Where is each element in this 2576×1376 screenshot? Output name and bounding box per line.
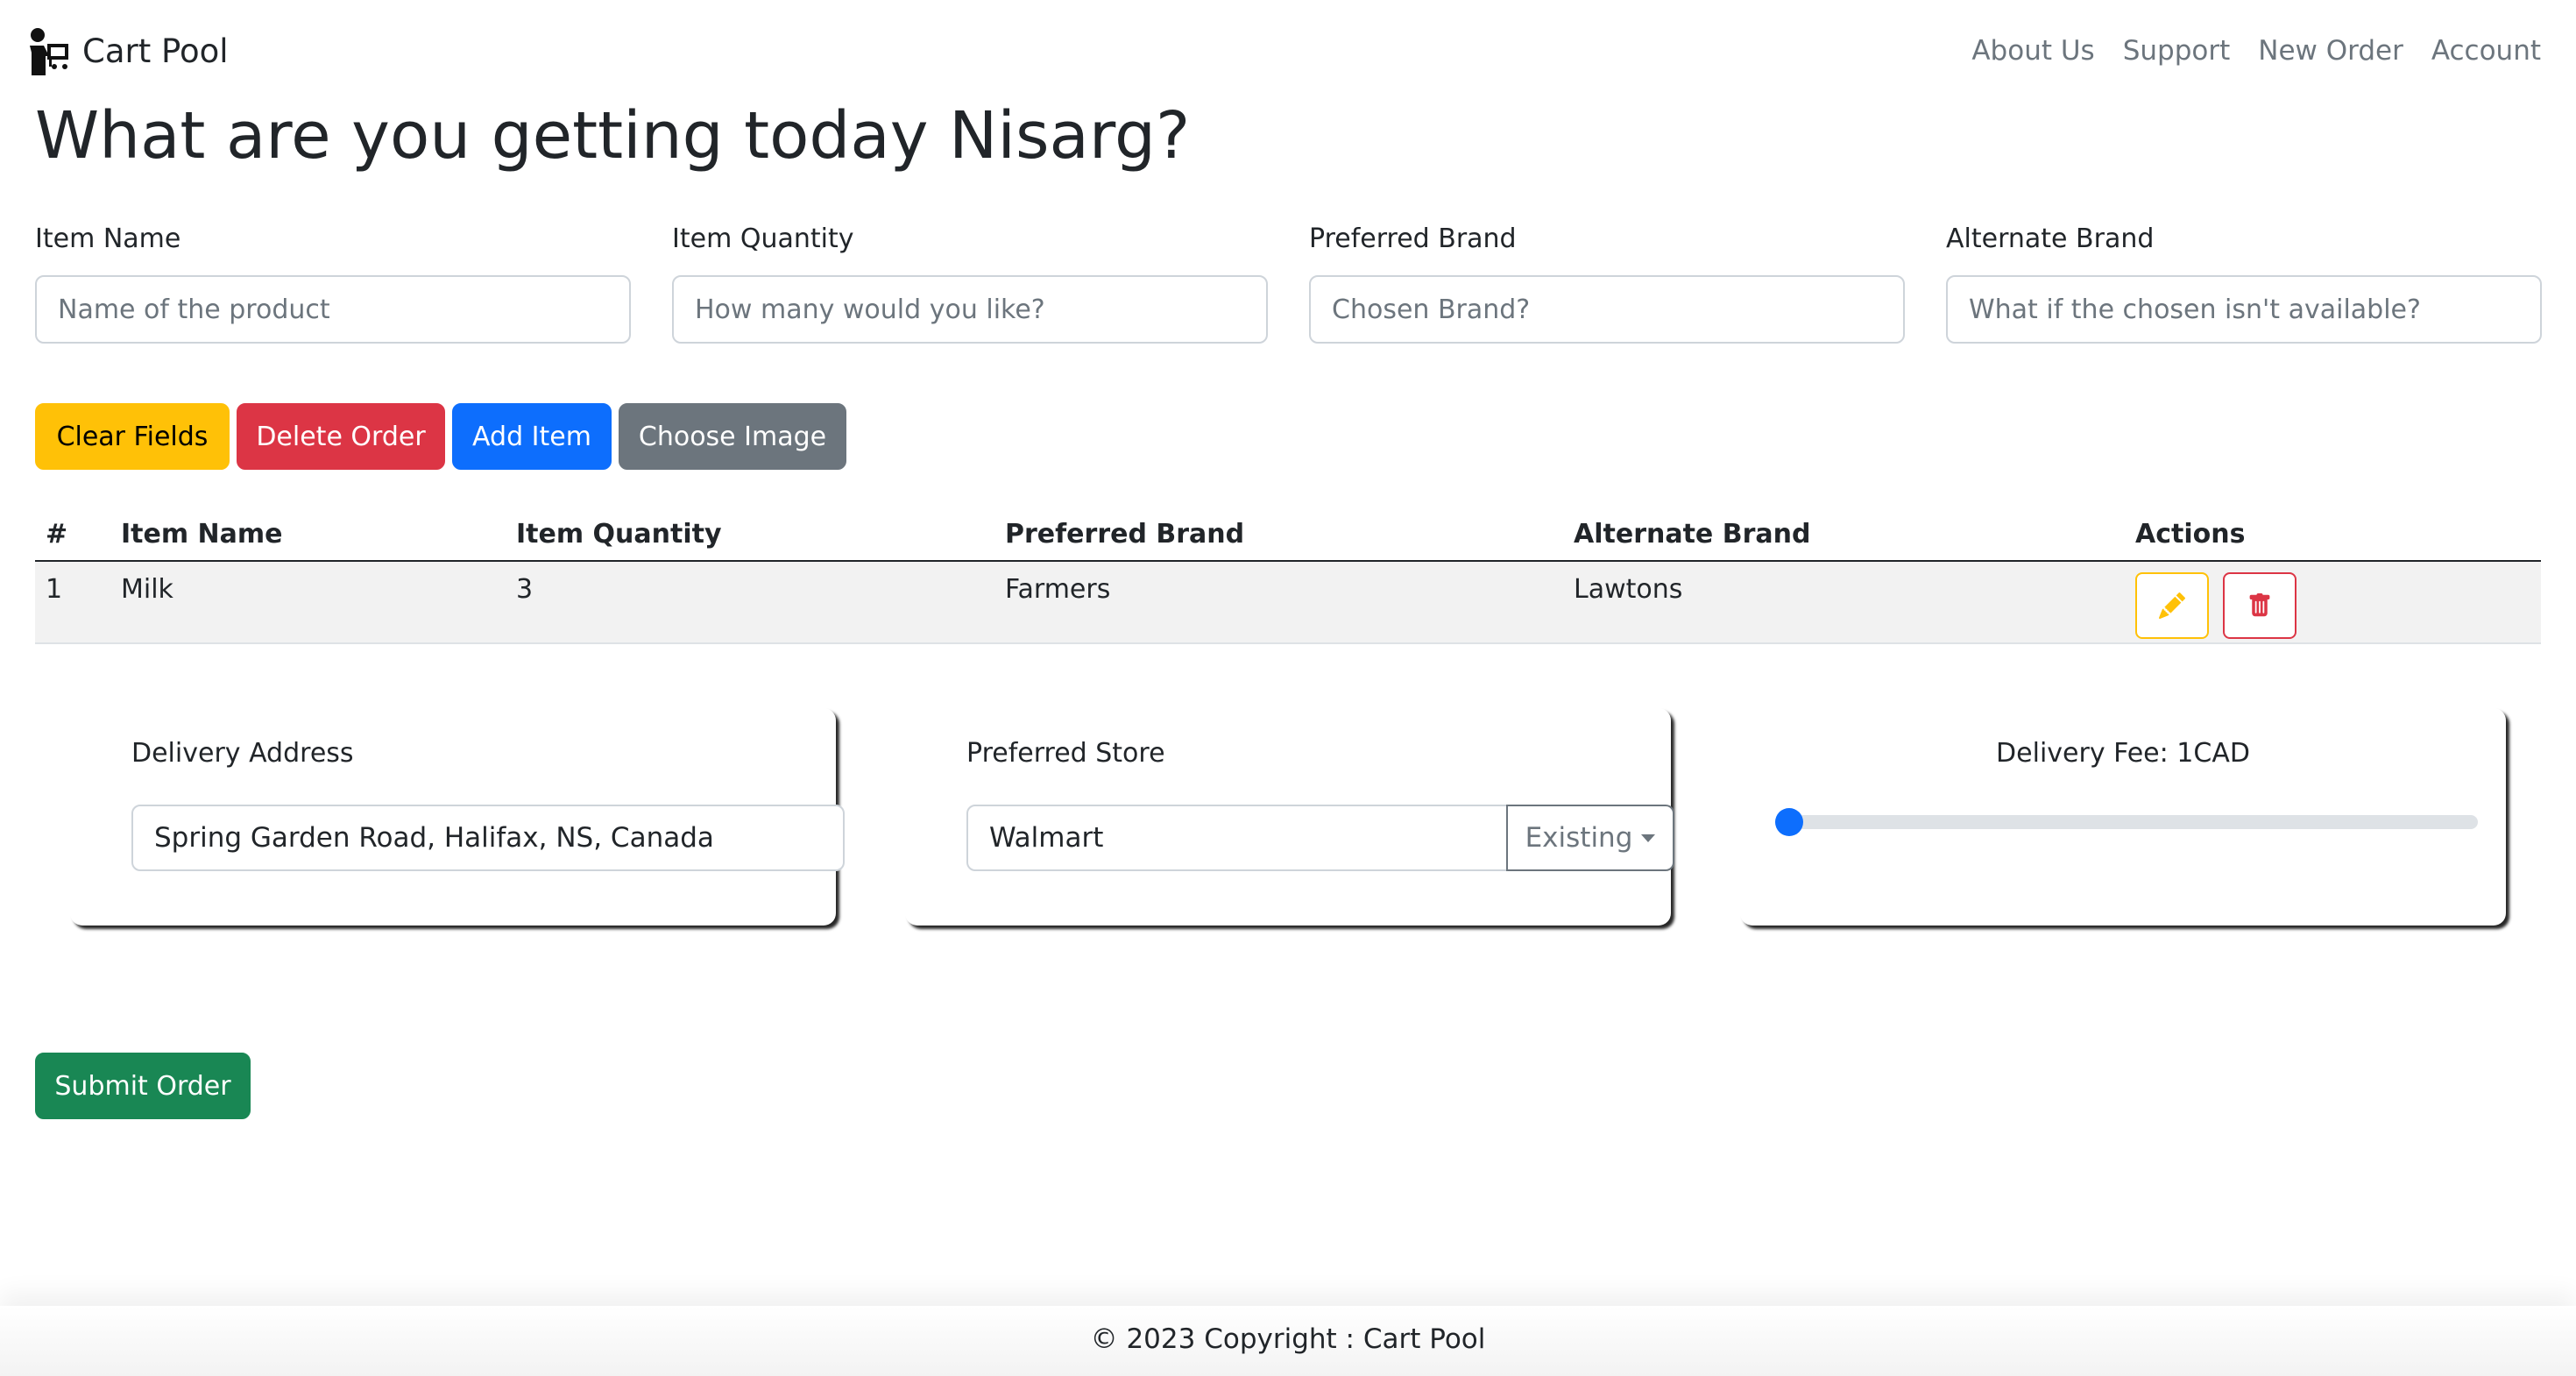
- delete-order-button[interactable]: Delete Order: [237, 403, 445, 470]
- store-dropdown-label: Existing: [1525, 822, 1633, 854]
- navbar: Cart Pool About Us Support New Order Acc…: [26, 25, 2541, 77]
- items-table: # Item Name Item Quantity Preferred Bran…: [35, 508, 2541, 644]
- item-quantity-label: Item Quantity: [672, 223, 854, 254]
- item-quantity-group: Item Quantity: [672, 219, 1268, 344]
- item-name-input[interactable]: [35, 275, 631, 344]
- table-header-row: # Item Name Item Quantity Preferred Bran…: [35, 508, 2541, 562]
- nav-new-order[interactable]: New Order: [2258, 35, 2403, 67]
- choose-image-button[interactable]: Choose Image: [619, 403, 846, 470]
- clear-fields-button[interactable]: Clear Fields: [35, 403, 230, 470]
- col-item-quantity: Item Quantity: [506, 508, 994, 562]
- col-actions: Actions: [2125, 508, 2541, 562]
- row-actions: [2125, 561, 2541, 644]
- brand[interactable]: Cart Pool: [26, 25, 229, 77]
- preferred-store-label: Preferred Store: [966, 738, 1165, 769]
- preferred-store-card: Preferred Store Existing: [905, 708, 1674, 926]
- page-title: What are you getting today Nisarg?: [35, 98, 1191, 174]
- alternate-brand-input[interactable]: [1946, 275, 2542, 344]
- row-alternate-brand: Lawtons: [1563, 561, 2125, 644]
- row-item-name: Milk: [110, 561, 506, 644]
- item-name-label: Item Name: [35, 223, 181, 254]
- delete-item-button[interactable]: [2222, 572, 2296, 639]
- item-name-group: Item Name: [35, 219, 631, 344]
- nav-support[interactable]: Support: [2123, 35, 2231, 67]
- edit-item-button[interactable]: [2135, 572, 2209, 639]
- table-row: 1 Milk 3 Farmers Lawtons: [35, 561, 2541, 644]
- col-item-name: Item Name: [110, 508, 506, 562]
- alternate-brand-group: Alternate Brand: [1946, 219, 2542, 344]
- add-item-button[interactable]: Add Item: [452, 403, 612, 470]
- pencil-icon: [2159, 592, 2185, 619]
- caret-down-icon: [1641, 833, 1656, 842]
- preferred-brand-label: Preferred Brand: [1309, 223, 1517, 254]
- copyright-text: © 2023 Copyright : Cart Pool: [1090, 1323, 1486, 1355]
- preferred-brand-input[interactable]: [1309, 275, 1905, 344]
- alternate-brand-label: Alternate Brand: [1946, 223, 2155, 254]
- row-number: 1: [35, 561, 110, 644]
- submit-order-button[interactable]: Submit Order: [35, 1053, 251, 1119]
- nav-about-us[interactable]: About Us: [1971, 35, 2094, 67]
- slider-thumb[interactable]: [1775, 808, 1803, 836]
- shopper-with-cart-icon: [30, 28, 68, 75]
- row-item-quantity: 3: [506, 561, 994, 644]
- footer: © 2023 Copyright : Cart Pool: [0, 1306, 2576, 1376]
- nav-links: About Us Support New Order Account: [1943, 25, 2541, 77]
- store-dropdown-button[interactable]: Existing: [1506, 805, 1674, 871]
- delivery-address-input[interactable]: [131, 805, 845, 871]
- row-preferred-brand: Farmers: [994, 561, 1563, 644]
- col-alternate-brand: Alternate Brand: [1563, 508, 2125, 562]
- preferred-brand-group: Preferred Brand: [1309, 219, 1905, 344]
- delivery-address-label: Delivery Address: [131, 738, 354, 769]
- nav-account[interactable]: Account: [2431, 35, 2541, 67]
- delivery-fee-card: Delivery Fee: 1CAD: [1740, 708, 2506, 926]
- trash-icon: [2249, 593, 2269, 617]
- col-number: #: [35, 508, 110, 562]
- item-quantity-input[interactable]: [672, 275, 1268, 344]
- delivery-fee-label: Delivery Fee: 1CAD: [1996, 738, 2250, 769]
- preferred-store-input[interactable]: [966, 805, 1513, 871]
- delivery-address-card: Delivery Address: [70, 708, 845, 926]
- delivery-fee-slider[interactable]: [1775, 808, 2478, 836]
- col-preferred-brand: Preferred Brand: [994, 508, 1563, 562]
- brand-name: Cart Pool: [82, 32, 229, 70]
